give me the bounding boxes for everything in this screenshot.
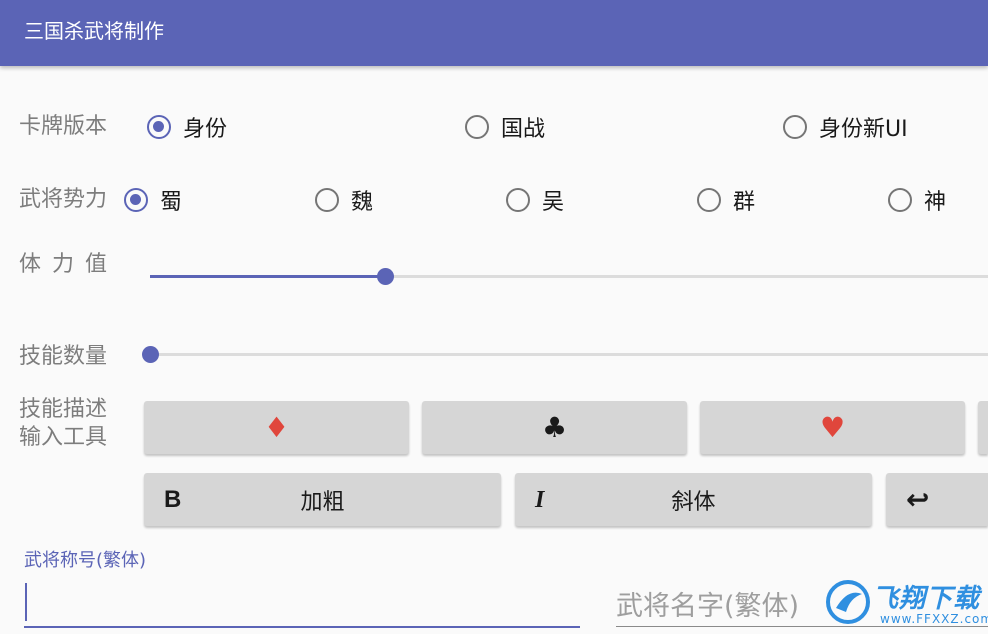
title-field-label: 武将称号(繁体) — [24, 550, 147, 571]
slider-fill — [150, 275, 385, 278]
heart-icon: ♥ — [819, 410, 846, 444]
radio-label: 身份 — [183, 117, 228, 142]
card-version-label: 卡牌版本 — [19, 114, 108, 139]
bold-button[interactable]: B 加粗 — [144, 473, 501, 526]
skill-count-slider[interactable] — [142, 345, 988, 365]
radio-card-version-identity-new-ui[interactable]: 身份新UI — [783, 112, 908, 142]
skill-desc-tools-label-line2: 输入工具 — [19, 425, 108, 450]
hp-slider[interactable] — [150, 267, 988, 287]
radio-faction-shu[interactable]: 蜀 — [124, 185, 182, 215]
radio-circle — [315, 188, 339, 212]
faction-label: 武将势力 — [19, 187, 108, 212]
radio-label: 群 — [733, 190, 756, 215]
club-icon: ♣ — [541, 410, 568, 444]
insert-diamond-button[interactable]: ♦ — [144, 401, 409, 454]
radio-circle — [465, 115, 489, 139]
radio-circle-checked — [147, 115, 171, 139]
watermark-url: www.FFXXZ.com — [880, 612, 988, 626]
diamond-icon: ♦ — [263, 410, 290, 444]
enter-icon: ↩ — [906, 482, 930, 516]
app-title: 三国杀武将制作 — [24, 19, 164, 43]
radio-faction-qun[interactable]: 群 — [697, 185, 755, 215]
radio-label: 魏 — [351, 190, 374, 215]
bold-icon: B — [164, 485, 182, 513]
insert-heart-button[interactable]: ♥ — [700, 401, 965, 454]
app-bar: 三国杀武将制作 — [0, 0, 988, 66]
text-cursor — [25, 583, 27, 621]
watermark-logo-icon — [826, 580, 870, 624]
radio-circle — [888, 188, 912, 212]
radio-card-version-identity[interactable]: 身份 — [147, 112, 227, 142]
name-field-placeholder: 武将名字(繁体) — [616, 591, 800, 622]
italic-button[interactable]: I 斜体 — [515, 473, 872, 526]
radio-label: 国战 — [501, 117, 546, 142]
radio-label: 身份新UI — [819, 117, 908, 142]
radio-label: 蜀 — [160, 190, 183, 215]
italic-icon: I — [535, 486, 545, 513]
slider-thumb[interactable] — [377, 268, 394, 285]
slider-track — [150, 353, 988, 356]
italic-button-label: 斜体 — [671, 489, 716, 515]
radio-label: 神 — [924, 190, 947, 215]
watermark: 飞翔下载 www.FFXXZ.com — [822, 574, 988, 634]
insert-spade-button-partial[interactable] — [978, 401, 988, 454]
radio-circle — [506, 188, 530, 212]
skill-count-label: 技能数量 — [19, 344, 108, 369]
radio-faction-shen[interactable]: 神 — [888, 185, 946, 215]
newline-button[interactable]: ↩ — [886, 473, 988, 526]
radio-label: 吴 — [542, 190, 565, 215]
insert-club-button[interactable]: ♣ — [422, 401, 687, 454]
radio-card-version-guozhan[interactable]: 国战 — [465, 112, 545, 142]
skill-desc-tools-label-line1: 技能描述 — [19, 397, 108, 422]
hp-label: 体 力 值 — [19, 252, 109, 277]
radio-faction-wu[interactable]: 吴 — [506, 185, 564, 215]
bold-button-label: 加粗 — [300, 489, 345, 515]
radio-faction-wei[interactable]: 魏 — [315, 185, 373, 215]
title-field[interactable] — [24, 626, 580, 628]
radio-circle — [697, 188, 721, 212]
radio-circle-checked — [124, 188, 148, 212]
watermark-text: 飞翔下载 — [872, 584, 981, 614]
slider-thumb[interactable] — [142, 346, 159, 363]
radio-circle — [783, 115, 807, 139]
